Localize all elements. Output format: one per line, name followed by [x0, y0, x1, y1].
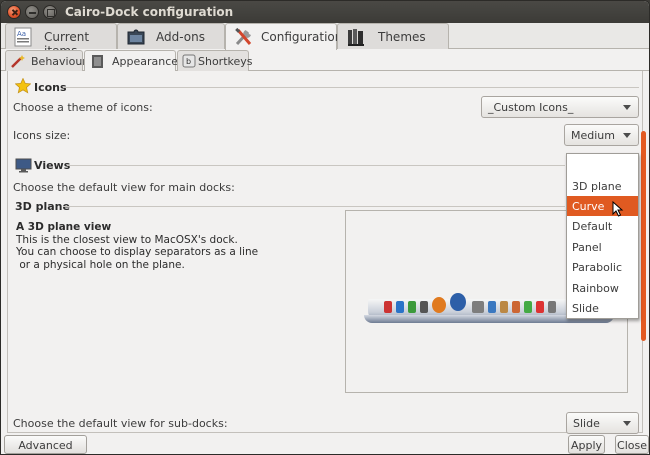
dock-app-icon — [548, 301, 556, 313]
keyboard-key-icon: b — [182, 54, 196, 68]
sub-docks-view-label: Choose the default view for sub-docks: — [13, 417, 228, 430]
dock-app-icon — [420, 301, 428, 313]
mouse-pointer-icon — [612, 201, 624, 217]
tab-appearance-label: Appearance — [112, 55, 179, 68]
chevron-down-icon — [623, 105, 631, 110]
tab-add-ons-label: Add-ons — [156, 30, 205, 44]
icon-theme-label: Choose a theme of icons: — [13, 101, 153, 114]
view-description-heading: A 3D plane view — [16, 221, 112, 233]
views-section-title: Views — [34, 159, 71, 172]
dock-app-icon — [384, 301, 392, 313]
dropdown-option-rainbow[interactable]: Rainbow — [567, 278, 638, 298]
dropdown-option-curve[interactable]: Curve — [567, 196, 638, 216]
advanced-mode-button[interactable]: Advanced Mode — [4, 435, 87, 454]
dropdown-option-panel[interactable]: Panel — [567, 237, 638, 257]
icons-section-divider — [63, 87, 639, 88]
view-description: A 3D plane view This is the closest view… — [16, 221, 258, 271]
tab-add-ons[interactable]: Add-ons — [117, 23, 225, 49]
window-title: Cairo-Dock configuration — [65, 5, 234, 19]
books-icon — [348, 29, 364, 46]
magic-wand-icon — [11, 55, 25, 68]
dock-app-icon — [450, 293, 466, 311]
text-editor-icon: Aa — [14, 27, 32, 47]
scrollbar-thumb[interactable] — [641, 131, 646, 341]
dropdown-option-slide[interactable]: Slide — [567, 298, 638, 318]
title-bar: Cairo-Dock configuration — [1, 1, 649, 23]
dropdown-option-default[interactable]: Default — [567, 216, 638, 236]
dock-app-icon — [472, 301, 484, 313]
main-tab-bar: Aa Current items Add-ons Configuration — [1, 23, 649, 58]
chevron-down-icon — [623, 133, 631, 138]
scrollbar[interactable] — [641, 71, 647, 433]
tab-appearance[interactable]: Appearance — [84, 50, 179, 72]
view-subsection-divider — [63, 206, 565, 207]
monitor-icon — [15, 158, 32, 173]
minimize-window-icon[interactable] — [25, 5, 39, 19]
dock-app-icon — [500, 301, 508, 313]
book-icon — [92, 55, 103, 68]
jigsaw-icon — [127, 29, 145, 45]
dock-app-icon — [432, 297, 446, 313]
icon-size-label: Icons size: — [13, 129, 71, 142]
tab-shortkeys-label: Shortkeys — [198, 55, 253, 68]
view-description-line: You can choose to display separators as … — [16, 246, 259, 258]
chevron-down-icon — [623, 421, 631, 426]
sub-tab-bar: Behaviour Appearance b Shortkeys — [1, 49, 649, 72]
icon-size-combo[interactable]: Medium — [564, 124, 639, 146]
view-description-line: This is the closest view to MacOSX's doc… — [16, 233, 238, 246]
icon-theme-combo[interactable]: _Custom Icons_ — [481, 96, 639, 118]
main-docks-view-label: Choose the default view for main docks: — [13, 181, 235, 194]
dock-app-icon — [488, 301, 496, 313]
dock-app-icon — [408, 301, 416, 313]
icon-theme-value: _Custom Icons_ — [488, 101, 574, 114]
tab-themes-label: Themes — [378, 30, 426, 44]
tab-behaviour-label: Behaviour — [31, 55, 87, 68]
dock-app-icon — [512, 301, 520, 313]
tab-configuration-label: Configuration — [261, 30, 343, 44]
tab-configuration[interactable]: Configuration — [225, 23, 342, 50]
config-window: Cairo-Dock configuration Aa Current item… — [0, 0, 650, 455]
dropdown-option-parabolic[interactable]: Parabolic — [567, 257, 638, 277]
svg-text:Aa: Aa — [17, 30, 26, 38]
tab-themes[interactable]: Themes — [337, 23, 449, 49]
tab-behaviour[interactable]: Behaviour — [5, 50, 87, 71]
dock-app-icon — [536, 301, 544, 313]
views-section-divider — [67, 165, 565, 166]
icon-size-value: Medium — [571, 129, 615, 142]
dock-app-icon — [524, 301, 532, 313]
tools-icon — [235, 27, 252, 46]
sub-docks-view-value: Slide — [573, 417, 600, 430]
main-docks-view-dropdown[interactable]: 3D plane Curve Default Panel Parabolic R… — [566, 153, 639, 319]
maximize-window-icon[interactable] — [43, 5, 57, 19]
svg-text:b: b — [186, 57, 191, 66]
icons-section-title: Icons — [34, 81, 67, 94]
view-subsection-title: 3D plane — [15, 200, 70, 213]
tab-shortkeys[interactable]: b Shortkeys — [177, 50, 253, 71]
close-button[interactable]: Close — [615, 435, 649, 454]
close-window-icon[interactable] — [7, 5, 21, 19]
tab-current-items[interactable]: Aa Current items — [5, 23, 117, 58]
dropdown-option-3d-plane[interactable]: 3D plane — [567, 176, 638, 196]
star-icon — [15, 78, 31, 94]
sub-docks-view-combo[interactable]: Slide — [566, 412, 639, 434]
apply-button[interactable]: Apply — [568, 435, 605, 454]
dock-app-icon — [396, 301, 404, 313]
view-description-line: or a physical hole on the plane. — [16, 258, 185, 271]
